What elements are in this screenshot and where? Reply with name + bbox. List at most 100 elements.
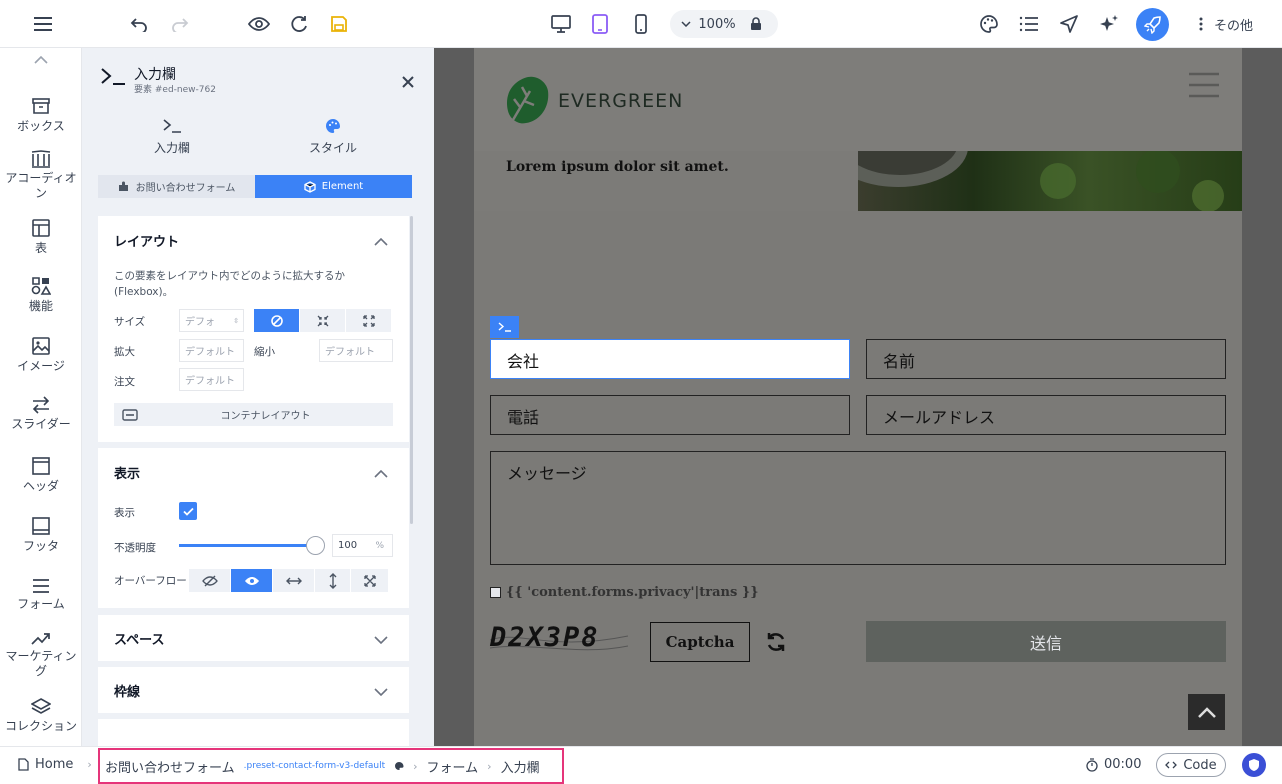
order-label: 注文 xyxy=(114,376,135,388)
shrink-icon[interactable] xyxy=(300,309,346,332)
expand-icon[interactable] xyxy=(346,309,392,332)
eye-icon[interactable] xyxy=(231,569,273,592)
scope-element[interactable]: Element xyxy=(255,175,412,198)
privacy-consent[interactable]: {{ 'content.forms.privacy'|trans }} xyxy=(490,585,759,600)
grow-input[interactable]: デフォルト xyxy=(179,339,244,362)
eye-off-icon[interactable] xyxy=(189,569,231,592)
rail-item-footer[interactable]: フッタ xyxy=(0,516,81,554)
ai-sparkle-icon[interactable] xyxy=(1093,8,1125,40)
submit-button[interactable]: 送信 xyxy=(866,621,1226,662)
email-field[interactable]: メールアドレス xyxy=(866,395,1226,435)
navigate-icon[interactable] xyxy=(1053,8,1085,40)
table-icon xyxy=(32,219,50,237)
archive-icon xyxy=(32,98,50,114)
border-section[interactable]: 枠線 xyxy=(98,667,409,713)
container-layout-button[interactable]: コンテナレイアウト xyxy=(114,403,393,426)
layout-section: レイアウト この要素をレイアウト内でどのように拡大するか(Flexbox)。 サ… xyxy=(98,216,409,442)
privacy-text: {{ 'content.forms.privacy'|trans }} xyxy=(506,585,759,600)
section-heading: レイアウト xyxy=(114,235,180,250)
tab-style[interactable]: スタイル xyxy=(309,118,357,156)
palette-icon[interactable] xyxy=(973,8,1005,40)
code-button[interactable]: Code xyxy=(1156,753,1226,777)
publish-rocket-icon[interactable] xyxy=(1136,8,1169,41)
company-field[interactable]: 会社 xyxy=(490,339,850,379)
no-size-icon[interactable] xyxy=(254,309,300,332)
lock-icon[interactable] xyxy=(740,17,772,31)
chevron-up-icon xyxy=(34,56,48,64)
scope-element-label: Element xyxy=(321,181,364,192)
display-section: 表示 表示 不透明度 100% オーバーフロー xyxy=(98,448,409,608)
breadcrumb-preset[interactable]: .preset-contact-form-v3-default xyxy=(244,761,386,771)
refresh-icon[interactable] xyxy=(283,8,315,40)
close-icon[interactable] xyxy=(400,74,416,90)
order-input[interactable]: デフォルト xyxy=(179,368,244,391)
shrink-input[interactable]: デフォルト xyxy=(319,339,393,362)
horizontal-scroll-icon[interactable] xyxy=(273,569,315,592)
breadcrumb-form[interactable]: お問い合わせフォーム xyxy=(105,757,235,776)
captcha-input[interactable]: Captcha xyxy=(650,622,750,662)
shield-icon[interactable] xyxy=(1242,753,1266,777)
rail-item-form[interactable]: フォーム xyxy=(0,578,81,612)
next-section xyxy=(98,719,409,746)
rail-item-marketing[interactable]: マーケティング xyxy=(0,630,81,679)
opacity-slider-handle[interactable] xyxy=(306,536,325,555)
section-heading: 表示 xyxy=(114,467,141,482)
rail-item-header[interactable]: ヘッダ xyxy=(0,456,81,494)
rail-item-slider[interactable]: スライダー xyxy=(0,396,81,432)
breadcrumb-current[interactable]: 入力欄 xyxy=(501,757,540,776)
rail-item-table[interactable]: 表 xyxy=(0,218,81,256)
opacity-input[interactable]: 100% xyxy=(332,534,393,557)
list-icon[interactable] xyxy=(1013,8,1045,40)
header-icon xyxy=(32,457,50,475)
more-menu[interactable]: その他 xyxy=(1194,12,1253,36)
visible-checkbox[interactable] xyxy=(179,502,197,520)
desktop-view-icon[interactable] xyxy=(545,8,577,40)
rail-label: 機能 xyxy=(28,299,53,313)
both-scroll-icon[interactable] xyxy=(351,569,389,592)
site-menu-icon[interactable] xyxy=(1188,72,1220,98)
name-field[interactable]: 名前 xyxy=(866,339,1226,379)
scroll-to-top-button[interactable] xyxy=(1188,694,1225,730)
tablet-view-icon[interactable] xyxy=(584,8,616,40)
panel-scrollbar[interactable] xyxy=(410,216,413,524)
breadcrumb-form-group[interactable]: フォーム xyxy=(427,757,479,776)
save-icon[interactable] xyxy=(323,8,355,40)
rail-item-collection[interactable]: コレクション xyxy=(0,698,81,734)
redo-icon[interactable] xyxy=(164,8,196,40)
timer-value: 00:00 xyxy=(1104,757,1142,772)
captcha-refresh-icon[interactable] xyxy=(764,630,788,654)
input-element-tag[interactable] xyxy=(490,316,519,338)
chevron-up-icon[interactable] xyxy=(373,234,389,250)
zoom-control[interactable]: 100% xyxy=(670,10,778,38)
rail-item-features[interactable]: 機能 xyxy=(0,276,81,314)
chevron-down-icon xyxy=(670,21,694,27)
message-field[interactable]: メッセージ xyxy=(490,451,1226,565)
chevron-up-icon[interactable] xyxy=(373,466,389,482)
spacing-section[interactable]: スペース xyxy=(98,615,409,661)
opacity-slider[interactable] xyxy=(179,544,315,547)
rail-scroll-up[interactable] xyxy=(0,56,81,67)
rail-item-image[interactable]: イメージ xyxy=(0,336,81,374)
privacy-checkbox[interactable] xyxy=(490,587,501,598)
preview-eye-icon[interactable] xyxy=(243,8,275,40)
undo-icon[interactable] xyxy=(123,8,155,40)
tab-label: スタイル xyxy=(309,141,358,155)
breadcrumb-separator: › xyxy=(487,759,492,773)
hamburger-menu-icon[interactable] xyxy=(27,8,59,40)
visible-label: 表示 xyxy=(114,507,135,519)
phone-field[interactable]: 電話 xyxy=(490,395,850,435)
file-icon xyxy=(18,758,29,771)
rail-item-accordion[interactable]: アコーディオン xyxy=(0,150,81,201)
rail-item-box[interactable]: ボックス xyxy=(0,96,81,134)
breadcrumb-home[interactable]: Home › xyxy=(18,757,92,772)
vertical-scroll-icon[interactable] xyxy=(315,569,351,592)
rail-label: ボックス xyxy=(17,119,65,133)
size-select[interactable]: デフォ ⇳ xyxy=(179,309,244,332)
tab-input[interactable]: 入力欄 xyxy=(154,118,190,156)
opacity-label: 不透明度 xyxy=(114,542,156,554)
rail-label: スライダー xyxy=(11,417,71,431)
scope-form[interactable]: お問い合わせフォーム xyxy=(98,175,255,198)
mobile-view-icon[interactable] xyxy=(625,8,657,40)
breadcrumb-separator: › xyxy=(413,759,418,773)
columns-icon xyxy=(31,150,51,168)
